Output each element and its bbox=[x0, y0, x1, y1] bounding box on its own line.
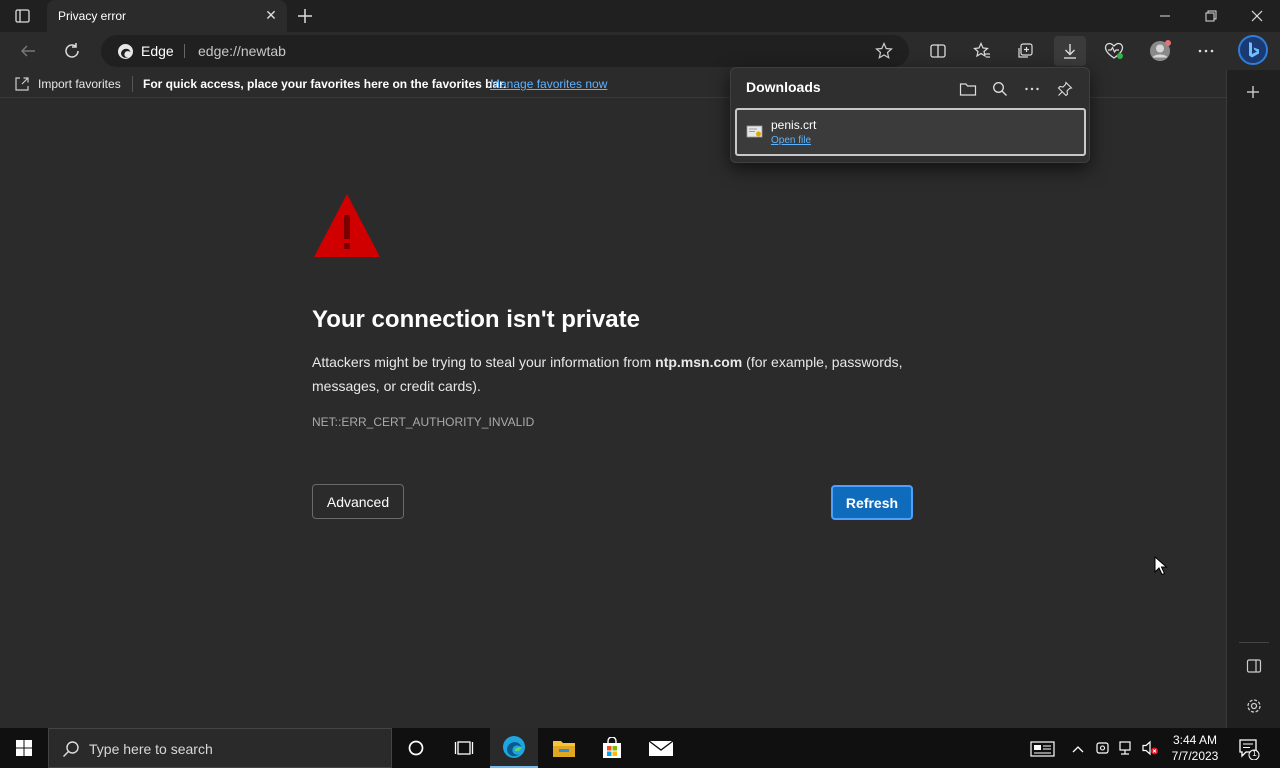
volume-muted-icon[interactable] bbox=[1141, 740, 1159, 756]
open-file-link[interactable]: Open file bbox=[771, 135, 811, 146]
browser-essentials-icon[interactable] bbox=[1101, 38, 1127, 64]
search-downloads-icon[interactable] bbox=[989, 78, 1011, 100]
cortana-icon[interactable] bbox=[392, 732, 440, 764]
error-code: NET::ERR_CERT_AUTHORITY_INVALID bbox=[312, 415, 535, 429]
show-hidden-icons-chevron[interactable] bbox=[1071, 742, 1085, 754]
downloads-more-icon[interactable] bbox=[1021, 78, 1043, 100]
address-bar[interactable]: Edge edge://newtab bbox=[101, 35, 909, 67]
close-window-button[interactable] bbox=[1234, 0, 1280, 32]
split-screen-icon[interactable] bbox=[925, 38, 951, 64]
page-content: Your connection isn't private Attackers … bbox=[0, 98, 1226, 728]
news-widget-icon[interactable] bbox=[1030, 740, 1056, 758]
file-explorer-icon[interactable] bbox=[540, 732, 588, 764]
clock-date: 7/7/2023 bbox=[1171, 749, 1219, 763]
sidebar-add-icon[interactable] bbox=[1245, 84, 1261, 100]
advanced-button[interactable]: Advanced bbox=[312, 484, 404, 519]
import-favorites-icon[interactable] bbox=[14, 76, 30, 92]
open-downloads-folder-icon[interactable] bbox=[957, 78, 979, 100]
manage-favorites-link[interactable]: Manage favorites now bbox=[490, 77, 607, 91]
profile-avatar-icon[interactable] bbox=[1147, 38, 1173, 64]
refresh-icon[interactable] bbox=[59, 38, 85, 64]
clock[interactable]: 3:44 AM 7/7/2023 bbox=[1166, 732, 1224, 764]
mail-icon[interactable] bbox=[637, 732, 685, 764]
more-options-icon[interactable] bbox=[1193, 38, 1219, 64]
search-icon bbox=[62, 740, 80, 758]
minimize-button[interactable] bbox=[1142, 0, 1188, 32]
search-placeholder: Type here to search bbox=[89, 741, 213, 757]
notifications-icon[interactable]: 1 bbox=[1238, 738, 1260, 761]
tab-title: Privacy error bbox=[58, 9, 127, 23]
edge-logo-icon bbox=[117, 43, 134, 60]
restore-button[interactable] bbox=[1188, 0, 1234, 32]
refresh-button[interactable]: Refresh bbox=[831, 485, 913, 520]
favorites-bar-divider bbox=[132, 76, 133, 92]
error-desc-start: Attackers might be trying to steal your … bbox=[312, 354, 656, 370]
start-windows-icon[interactable] bbox=[0, 732, 48, 764]
pin-downloads-icon[interactable] bbox=[1054, 78, 1076, 100]
title-bar: Privacy error ✕ bbox=[0, 0, 1280, 32]
downloads-panel: Downloads penis.crt Open file bbox=[730, 67, 1090, 163]
certificate-file-icon bbox=[746, 124, 764, 140]
downloads-title: Downloads bbox=[746, 79, 821, 95]
import-favorites-label[interactable]: Import favorites bbox=[38, 77, 121, 91]
mouse-cursor-icon bbox=[1154, 555, 1168, 576]
error-host: ntp.msn.com bbox=[655, 354, 743, 370]
edge-brand-label: Edge bbox=[141, 43, 174, 59]
url-text[interactable]: edge://newtab bbox=[198, 43, 286, 59]
new-tab-button[interactable] bbox=[295, 6, 315, 26]
task-view-icon[interactable] bbox=[440, 732, 488, 764]
download-file-name: penis.crt bbox=[771, 118, 817, 132]
notification-count: 1 bbox=[1252, 749, 1257, 758]
windows-taskbar: Type here to search 3:44 AM 7/7/2023 1 bbox=[0, 728, 1280, 768]
clock-time: 3:44 AM bbox=[1172, 733, 1218, 747]
tab-actions-icon[interactable] bbox=[14, 8, 32, 24]
favorites-hint-text: For quick access, place your favorites h… bbox=[143, 77, 507, 91]
bing-copilot-icon[interactable] bbox=[1237, 34, 1269, 66]
downloads-icon[interactable] bbox=[1054, 36, 1086, 66]
edge-sidebar bbox=[1226, 70, 1280, 728]
microsoft-store-icon[interactable] bbox=[588, 732, 636, 764]
error-title: Your connection isn't private bbox=[312, 306, 640, 333]
network-icon[interactable] bbox=[1118, 740, 1136, 756]
favorite-star-icon[interactable] bbox=[875, 42, 893, 60]
browser-toolbar: Edge edge://newtab bbox=[0, 32, 1280, 70]
edge-taskbar-icon[interactable] bbox=[490, 728, 538, 768]
tab-close-icon[interactable]: ✕ bbox=[263, 7, 279, 23]
sidebar-divider bbox=[1239, 642, 1269, 643]
hide-sidebar-icon[interactable] bbox=[1246, 658, 1262, 674]
sidebar-settings-icon[interactable] bbox=[1245, 697, 1263, 715]
taskbar-search-box[interactable]: Type here to search bbox=[48, 728, 392, 768]
download-item[interactable]: penis.crt Open file bbox=[735, 108, 1086, 156]
warning-triangle-icon bbox=[312, 191, 382, 259]
tab-privacy-error[interactable]: Privacy error ✕ bbox=[47, 0, 287, 32]
favorites-icon[interactable] bbox=[969, 38, 995, 64]
meet-now-icon[interactable] bbox=[1095, 740, 1111, 756]
back-icon[interactable] bbox=[15, 38, 41, 64]
collections-icon[interactable] bbox=[1013, 38, 1039, 64]
error-description: Attackers might be trying to steal your … bbox=[312, 350, 922, 398]
address-separator bbox=[184, 44, 185, 58]
